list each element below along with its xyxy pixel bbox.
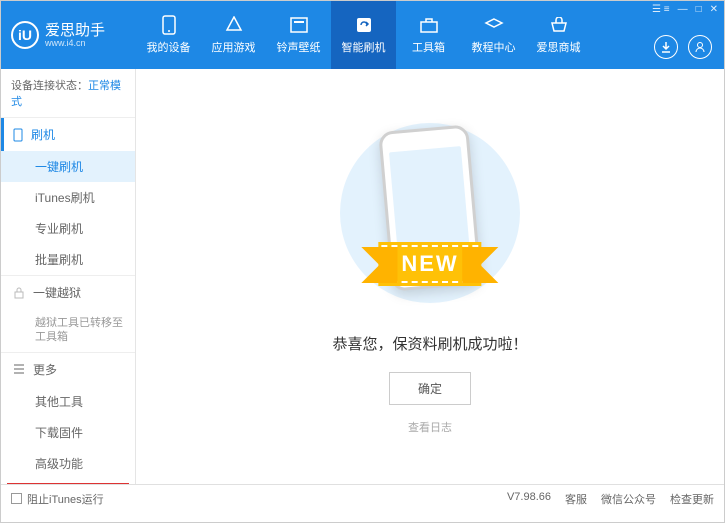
flash-icon bbox=[354, 15, 374, 35]
footer-service[interactable]: 客服 bbox=[565, 491, 587, 507]
nav-apps[interactable]: 应用游戏 bbox=[201, 1, 266, 69]
version-label: V7.98.66 bbox=[507, 491, 551, 507]
main-content: NEW 恭喜您，保资料刷机成功啦！ 确定 查看日志 bbox=[136, 69, 724, 484]
nav-store[interactable]: 爱思商城 bbox=[526, 1, 591, 69]
sidebar-item-batch[interactable]: 批量刷机 bbox=[1, 244, 135, 275]
options-highlight: ✓自动激活 ✓跳过向导 bbox=[7, 483, 129, 484]
footer-wechat[interactable]: 微信公众号 bbox=[601, 491, 656, 507]
block-itunes-label: 阻止iTunes运行 bbox=[27, 491, 104, 507]
store-icon bbox=[549, 15, 569, 35]
menu-icon[interactable]: ☰ ≡ bbox=[652, 4, 670, 15]
logo: iU 爱思助手 www.i4.cn bbox=[11, 21, 136, 49]
nav-ringtones[interactable]: 铃声壁纸 bbox=[266, 1, 331, 69]
footer-update[interactable]: 检查更新 bbox=[670, 491, 714, 507]
close-icon[interactable]: ✕ bbox=[710, 4, 718, 15]
section-more[interactable]: 更多 bbox=[1, 353, 135, 386]
success-illustration: NEW bbox=[340, 118, 520, 318]
wallpaper-icon bbox=[289, 15, 309, 35]
main-nav: 我的设备 应用游戏 铃声壁纸 智能刷机 工具箱 教程中心 爱思商城 bbox=[136, 1, 591, 69]
sidebar-item-firmware[interactable]: 下载固件 bbox=[1, 417, 135, 448]
sidebar-item-advanced[interactable]: 高级功能 bbox=[1, 448, 135, 479]
app-body: 设备连接状态：正常模式 刷机 一键刷机 iTunes刷机 专业刷机 批量刷机 一… bbox=[1, 69, 724, 484]
app-url: www.i4.cn bbox=[45, 38, 105, 48]
sidebar-item-oneclick[interactable]: 一键刷机 bbox=[1, 151, 135, 182]
phone-small-icon bbox=[13, 128, 23, 142]
graduation-icon bbox=[484, 15, 504, 35]
maximize-icon[interactable]: □ bbox=[696, 4, 702, 15]
view-log-link[interactable]: 查看日志 bbox=[408, 419, 452, 435]
menu-small-icon bbox=[13, 364, 25, 374]
sidebar-item-other[interactable]: 其他工具 bbox=[1, 386, 135, 417]
toolbox-icon bbox=[419, 15, 439, 35]
user-icon[interactable] bbox=[688, 35, 712, 59]
apps-icon bbox=[224, 15, 244, 35]
nav-flash[interactable]: 智能刷机 bbox=[331, 1, 396, 69]
download-icon[interactable] bbox=[654, 35, 678, 59]
footer: 阻止iTunes运行 V7.98.66 客服 微信公众号 检查更新 bbox=[1, 484, 724, 512]
app-header: iU 爱思助手 www.i4.cn 我的设备 应用游戏 铃声壁纸 智能刷机 工具… bbox=[1, 1, 724, 69]
sidebar-item-pro[interactable]: 专业刷机 bbox=[1, 213, 135, 244]
sidebar: 设备连接状态：正常模式 刷机 一键刷机 iTunes刷机 专业刷机 批量刷机 一… bbox=[1, 69, 136, 484]
connection-status: 设备连接状态：正常模式 bbox=[1, 69, 135, 117]
header-actions bbox=[654, 35, 712, 59]
section-jailbreak[interactable]: 一键越狱 bbox=[1, 276, 135, 309]
minimize-icon[interactable]: — bbox=[678, 4, 688, 15]
logo-icon: iU bbox=[11, 21, 39, 49]
window-controls: ☰ ≡ — □ ✕ bbox=[652, 4, 718, 15]
nav-toolbox[interactable]: 工具箱 bbox=[396, 1, 461, 69]
ok-button[interactable]: 确定 bbox=[389, 372, 471, 405]
new-badge: NEW bbox=[381, 245, 478, 283]
success-message: 恭喜您，保资料刷机成功啦！ bbox=[332, 333, 527, 354]
jailbreak-note: 越狱工具已转移至工具箱 bbox=[1, 309, 135, 352]
lock-icon bbox=[13, 287, 25, 299]
nav-my-device[interactable]: 我的设备 bbox=[136, 1, 201, 69]
app-title: 爱思助手 bbox=[45, 23, 105, 38]
checkbox-block-itunes[interactable] bbox=[11, 493, 22, 504]
nav-tutorials[interactable]: 教程中心 bbox=[461, 1, 526, 69]
section-flash[interactable]: 刷机 bbox=[1, 118, 135, 151]
sidebar-item-itunes[interactable]: iTunes刷机 bbox=[1, 182, 135, 213]
phone-icon bbox=[159, 15, 179, 35]
